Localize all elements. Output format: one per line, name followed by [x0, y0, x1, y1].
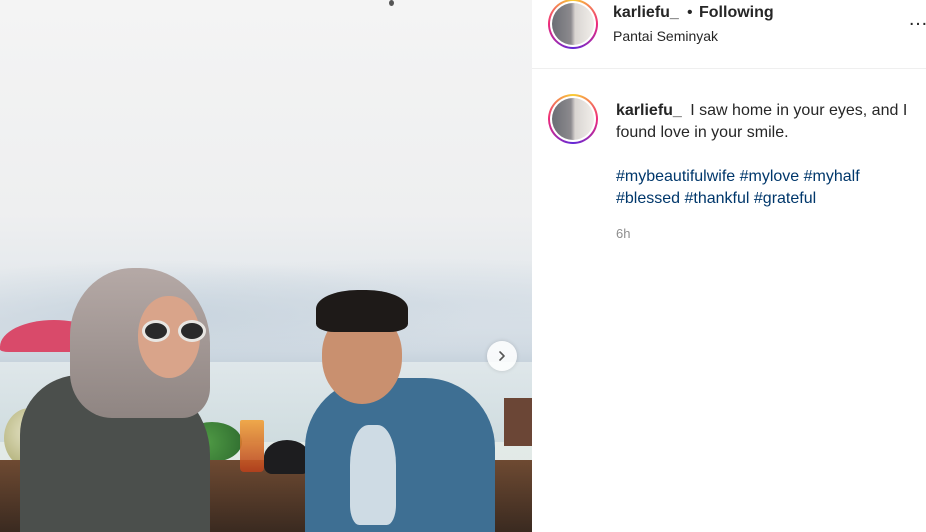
caption-text: karliefu_ I saw home in your eyes, and I… — [616, 100, 926, 144]
next-photo-button[interactable] — [487, 341, 517, 371]
more-options-icon[interactable]: … — [908, 8, 926, 31]
author-avatar[interactable] — [548, 0, 598, 49]
photo-drink — [240, 420, 264, 472]
hashtag-link[interactable]: #thankful — [685, 190, 750, 207]
hashtag-link[interactable]: #blessed — [616, 190, 680, 207]
following-button[interactable]: Following — [699, 4, 774, 22]
photo-hat — [264, 440, 310, 474]
hashtag-list: #mybeautifulwife #mylove #myhalf #blesse… — [616, 166, 916, 210]
hashtag-link[interactable]: #grateful — [754, 190, 816, 207]
post-location[interactable]: Pantai Seminyak — [613, 28, 718, 44]
post-side-panel: karliefu_ • Following Pantai Seminyak … … — [532, 0, 926, 532]
photo-speck — [389, 0, 394, 6]
photo-sunglasses — [142, 320, 208, 342]
hashtag-link[interactable]: #myhalf — [804, 168, 860, 185]
author-username[interactable]: karliefu_ — [613, 4, 679, 22]
caption-username[interactable]: karliefu_ — [616, 102, 682, 119]
hashtag-link[interactable]: #mylove — [740, 168, 800, 185]
hashtag-link[interactable]: #mybeautifulwife — [616, 168, 735, 185]
post-header: karliefu_ • Following Pantai Seminyak … — [532, 0, 926, 69]
post-photo — [0, 0, 532, 532]
photo-shirt-logo — [350, 425, 396, 525]
caption-avatar[interactable] — [548, 94, 598, 144]
photo-post — [504, 398, 532, 446]
post-timestamp: 6h — [616, 226, 631, 241]
chevron-right-icon — [499, 351, 505, 361]
header-separator: • — [687, 4, 693, 21]
photo-man-body — [305, 378, 495, 532]
photo-man-hair — [316, 290, 408, 332]
